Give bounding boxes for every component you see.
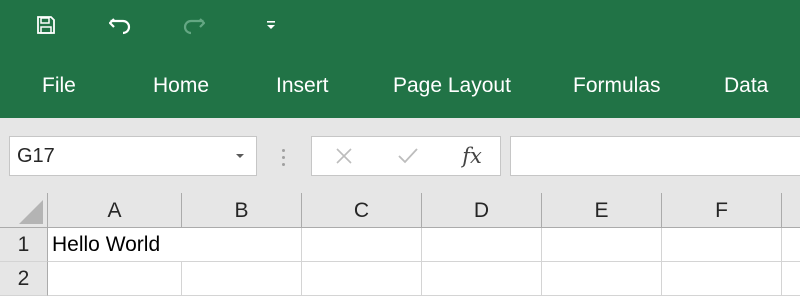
tab-home[interactable]: Home — [153, 71, 209, 101]
title-bar — [0, 0, 800, 54]
cell-f2[interactable] — [662, 262, 782, 296]
formula-buttons: fx — [311, 136, 501, 176]
tab-page-layout[interactable]: Page Layout — [393, 71, 511, 101]
spreadsheet-grid: A B C D E F 1 Hello World 2 — [0, 193, 800, 300]
formula-bar: G17 fx — [0, 118, 800, 193]
column-header-f[interactable]: F — [662, 193, 782, 228]
cell-c1[interactable] — [302, 228, 422, 262]
fx-label: fx — [462, 144, 482, 168]
column-header-c[interactable]: C — [302, 193, 422, 228]
tab-data[interactable]: Data — [724, 71, 768, 101]
cell-a2[interactable] — [48, 262, 182, 296]
column-header-d[interactable]: D — [422, 193, 542, 228]
undo-button[interactable] — [106, 9, 136, 41]
tab-insert[interactable]: Insert — [276, 71, 329, 101]
cell-f1[interactable] — [662, 228, 782, 262]
column-header-g[interactable] — [782, 193, 800, 228]
insert-function-button[interactable]: fx — [452, 137, 492, 175]
chevron-down-icon[interactable] — [236, 154, 244, 158]
enter-button[interactable] — [388, 137, 428, 175]
save-icon — [37, 16, 55, 34]
checkmark-icon — [398, 148, 418, 164]
cell-g2[interactable] — [782, 262, 800, 296]
cell-d2[interactable] — [422, 262, 542, 296]
column-header-e[interactable]: E — [542, 193, 662, 228]
cell-e1[interactable] — [542, 228, 662, 262]
ribbon-tabs: File Home Insert Page Layout Formulas Da… — [0, 54, 800, 118]
cell-d1[interactable] — [422, 228, 542, 262]
tab-formulas[interactable]: Formulas — [573, 71, 661, 101]
cell-b2[interactable] — [182, 262, 302, 296]
cell-e2[interactable] — [542, 262, 662, 296]
name-box[interactable]: G17 — [9, 136, 257, 176]
row-header-2[interactable]: 2 — [0, 262, 48, 296]
close-icon — [336, 148, 352, 164]
dropdown-arrow-icon — [267, 21, 275, 29]
select-all-button[interactable] — [0, 193, 48, 228]
cancel-button[interactable] — [324, 137, 364, 175]
column-header-a[interactable]: A — [48, 193, 182, 228]
customize-toolbar-button[interactable] — [256, 9, 286, 41]
redo-icon — [183, 18, 205, 35]
save-button[interactable] — [31, 9, 61, 41]
redo-button[interactable] — [178, 9, 208, 41]
cell-b1[interactable] — [182, 228, 302, 262]
name-box-value: G17 — [17, 145, 55, 167]
undo-icon — [109, 18, 131, 35]
resize-grip[interactable] — [282, 147, 286, 167]
formula-input[interactable] — [510, 136, 800, 176]
tab-file[interactable]: File — [42, 71, 76, 101]
cell-a1[interactable]: Hello World — [48, 228, 182, 262]
cell-c2[interactable] — [302, 262, 422, 296]
row-header-1[interactable]: 1 — [0, 228, 48, 262]
column-header-b[interactable]: B — [182, 193, 302, 228]
cell-g1[interactable] — [782, 228, 800, 262]
column-headers: A B C D E F — [0, 193, 800, 228]
select-all-icon — [19, 200, 43, 224]
